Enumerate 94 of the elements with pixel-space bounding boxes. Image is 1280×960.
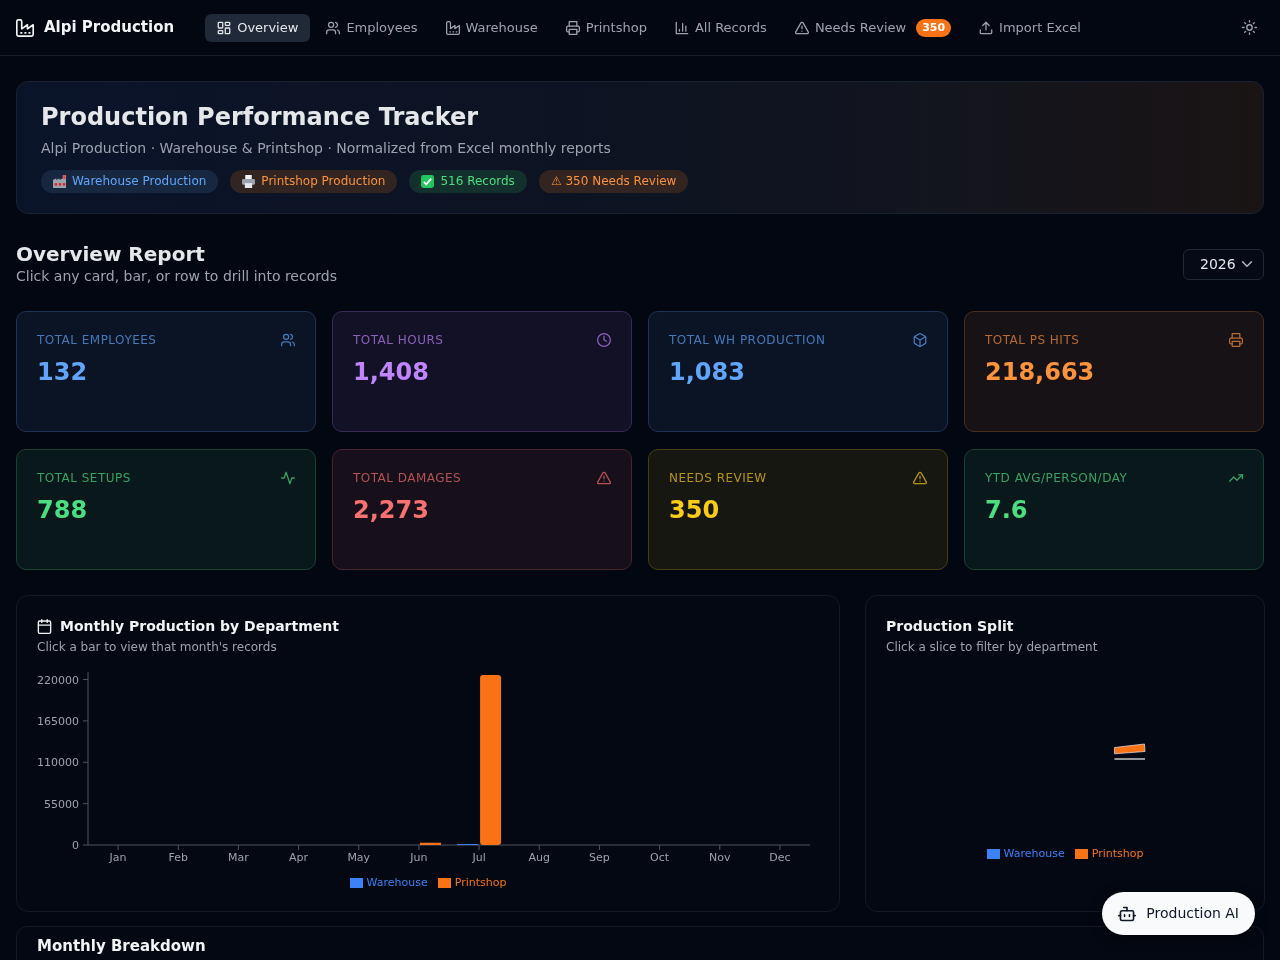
axis-label: 0 bbox=[72, 839, 79, 852]
printer-icon bbox=[242, 175, 256, 188]
dashboard-icon bbox=[217, 20, 232, 35]
users-icon bbox=[326, 20, 341, 35]
factory-icon bbox=[16, 18, 34, 37]
stat-label: TOTAL PS HITS bbox=[985, 332, 1080, 348]
tag-label: Warehouse Production bbox=[72, 173, 207, 190]
legend-label[interactable]: Warehouse bbox=[1003, 846, 1065, 862]
calendar-icon bbox=[37, 618, 52, 634]
warning-icon bbox=[597, 471, 611, 485]
stat-label: TOTAL EMPLOYEES bbox=[37, 332, 157, 348]
axis-label: Aug bbox=[528, 851, 550, 864]
pulse-icon bbox=[281, 471, 295, 485]
axis-label: Sep bbox=[589, 851, 610, 864]
stat-value: 788 bbox=[37, 495, 89, 526]
panel-subtitle: Click a slice to filter by department bbox=[886, 639, 1099, 656]
page-title: Production Performance Tracker bbox=[41, 102, 480, 132]
stat-label: TOTAL HOURS bbox=[353, 332, 444, 348]
nav-tab[interactable]: Printshop bbox=[553, 13, 659, 42]
brand-link[interactable]: Alpi Production bbox=[16, 16, 175, 39]
axis-label: Mar bbox=[228, 851, 249, 864]
warning-icon bbox=[913, 471, 927, 485]
stat-value: 218,663 bbox=[985, 357, 1096, 388]
section-subtitle: Click any card, bar, or row to drill into records bbox=[16, 267, 337, 286]
factory-icon bbox=[53, 175, 66, 188]
factory-icon bbox=[445, 20, 460, 35]
page-subtitle: Alpi Production · Warehouse & Printshop · Normalized from Excel monthly reports bbox=[41, 139, 612, 158]
legend-label[interactable]: Printshop bbox=[1091, 846, 1144, 862]
stat-card[interactable]: TOTAL DAMAGES 2,273 bbox=[332, 449, 632, 570]
stat-value: 2,273 bbox=[353, 495, 430, 526]
axis-label: May bbox=[347, 851, 371, 864]
panel-subtitle: Click a bar to view that month's records bbox=[37, 639, 278, 656]
axis-label: 55000 bbox=[44, 797, 79, 811]
sun-icon bbox=[1242, 20, 1257, 35]
legend-label[interactable]: Printshop bbox=[454, 875, 507, 891]
nav-tab[interactable]: Overview bbox=[205, 13, 311, 42]
assistant-button[interactable]: Production AI bbox=[1102, 892, 1255, 935]
stat-label: TOTAL DAMAGES bbox=[353, 470, 462, 486]
chart-bar[interactable] bbox=[480, 675, 502, 845]
stat-label: TOTAL SETUPS bbox=[37, 470, 131, 486]
panel-title: Monthly Production by Department bbox=[60, 617, 339, 636]
legend-label[interactable]: Warehouse bbox=[366, 875, 428, 891]
axis-label: 220000 bbox=[37, 673, 79, 687]
axis-label: Dec bbox=[769, 851, 791, 864]
tag-label: Printshop Production bbox=[261, 173, 386, 190]
tag-label: ⚠ 350 Needs Review bbox=[550, 173, 677, 190]
stat-card[interactable]: NEEDS REVIEW 350 bbox=[648, 449, 948, 570]
bar-chart-icon bbox=[674, 20, 689, 35]
stat-value: 132 bbox=[37, 357, 89, 388]
stat-value: 1,083 bbox=[669, 357, 746, 388]
axis-label: Jun bbox=[410, 851, 428, 864]
upload-icon bbox=[979, 20, 994, 35]
stat-card[interactable]: TOTAL WH PRODUCTION 1,083 bbox=[648, 311, 948, 432]
nav-tab[interactable]: Needs Review 350 bbox=[782, 13, 964, 42]
nav-tab[interactable]: Warehouse bbox=[433, 13, 550, 42]
stat-label: YTD AVG/PERSON/DAY bbox=[985, 470, 1128, 486]
axis-label: Apr bbox=[289, 851, 309, 864]
stat-card[interactable]: TOTAL EMPLOYEES 132 bbox=[16, 311, 316, 432]
nav-tab[interactable]: Import Excel bbox=[967, 13, 1093, 42]
chart-bar[interactable] bbox=[419, 842, 441, 845]
trend-up-icon bbox=[1229, 471, 1243, 485]
check-icon bbox=[421, 175, 435, 188]
stat-card[interactable]: YTD AVG/PERSON/DAY 7.6 bbox=[964, 449, 1264, 570]
cube-icon bbox=[913, 333, 927, 347]
pie-slice[interactable] bbox=[1113, 743, 1146, 760]
count-badge: 350 bbox=[916, 18, 952, 37]
stat-label: TOTAL WH PRODUCTION bbox=[669, 332, 826, 348]
axis-label: Nov bbox=[709, 851, 731, 864]
axis-label: 110000 bbox=[37, 756, 79, 770]
stat-value: 1,408 bbox=[353, 357, 430, 388]
tag-label: 516 Records bbox=[440, 173, 515, 190]
warning-icon bbox=[794, 20, 809, 35]
printer-icon bbox=[1229, 333, 1243, 347]
stat-value: 7.6 bbox=[985, 495, 1029, 526]
nav-tab[interactable]: All Records bbox=[662, 13, 779, 42]
stat-card[interactable]: TOTAL HOURS 1,408 bbox=[332, 311, 632, 432]
axis-label: Jul bbox=[472, 851, 486, 864]
robot-icon bbox=[1118, 904, 1137, 923]
printer-icon bbox=[565, 20, 580, 35]
clock-icon bbox=[597, 333, 611, 347]
users-icon bbox=[281, 333, 295, 347]
stat-value: 350 bbox=[669, 495, 721, 526]
axis-label: 165000 bbox=[37, 714, 79, 728]
panel-title: Production Split bbox=[886, 617, 1015, 636]
stat-label: NEEDS REVIEW bbox=[669, 470, 767, 486]
axis-label: Jan bbox=[109, 851, 127, 864]
nav-tab[interactable]: Employees bbox=[314, 13, 430, 42]
axis-label: Feb bbox=[168, 851, 188, 864]
year-select[interactable]: 2026 bbox=[1183, 248, 1264, 280]
stat-card[interactable]: TOTAL SETUPS 788 bbox=[16, 449, 316, 570]
section-title: Overview Report bbox=[16, 242, 206, 266]
axis-label: Oct bbox=[650, 851, 670, 864]
panel-title: Monthly Breakdown bbox=[37, 937, 207, 955]
stat-card[interactable]: TOTAL PS HITS 218,663 bbox=[964, 311, 1264, 432]
